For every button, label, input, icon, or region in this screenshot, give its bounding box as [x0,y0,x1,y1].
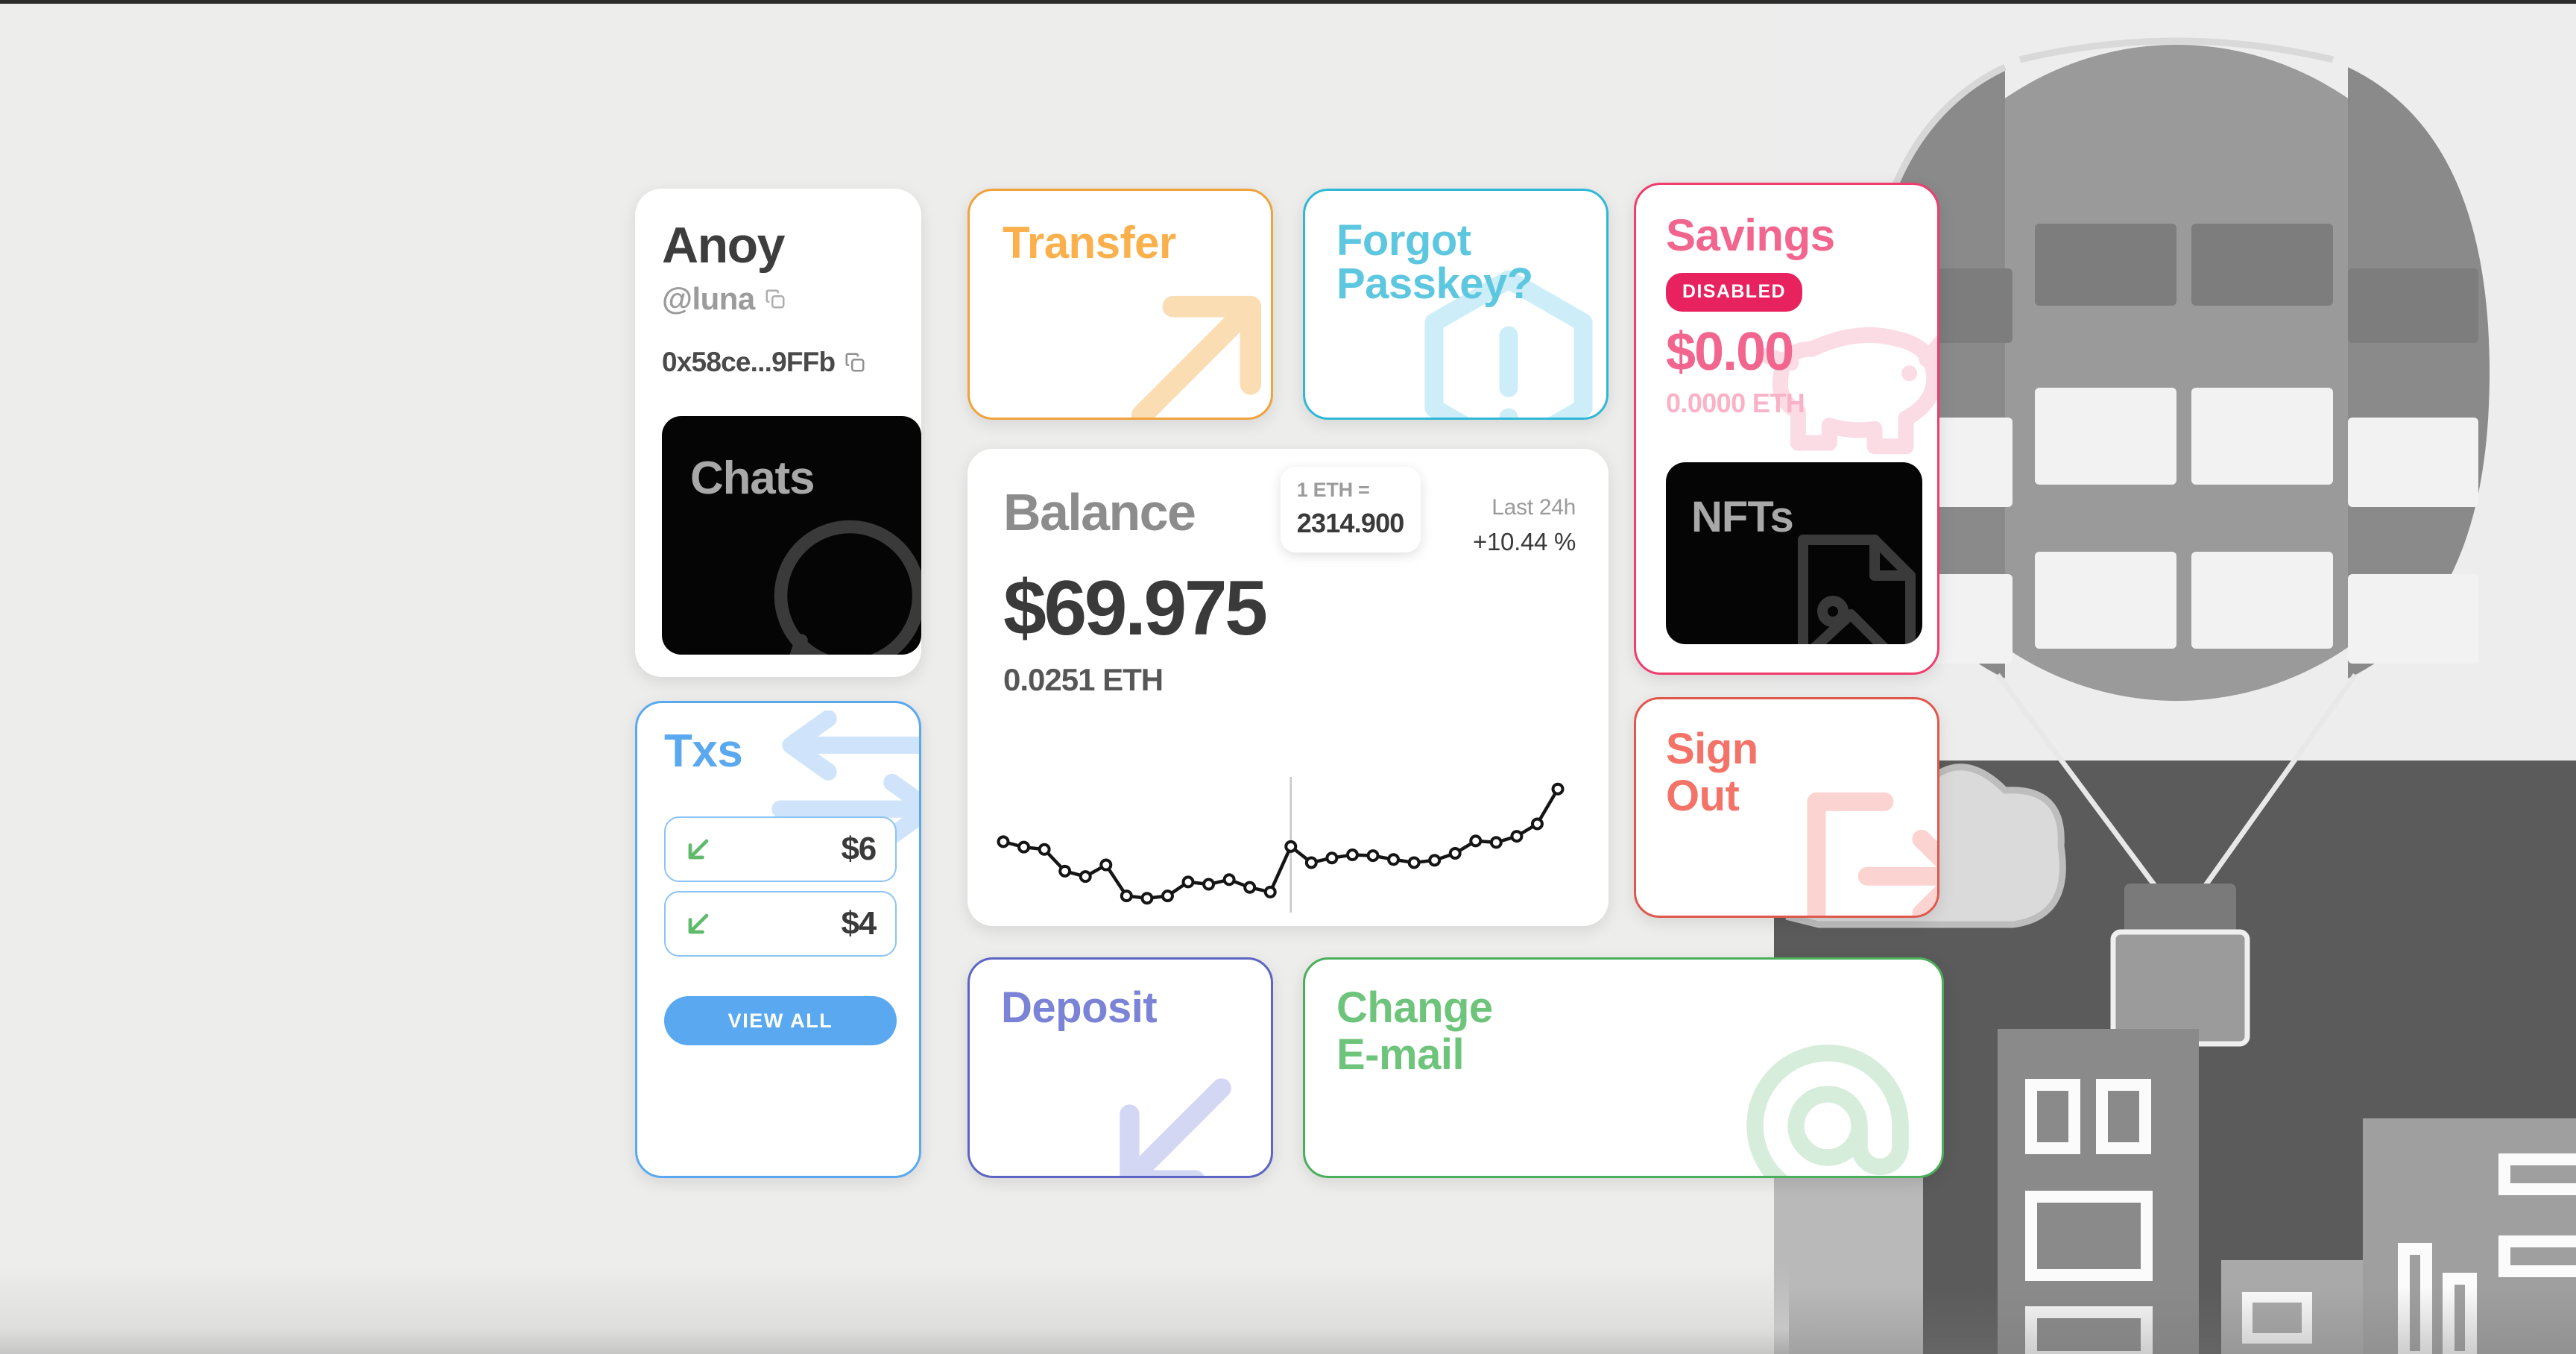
savings-title: Savings [1666,210,1835,260]
sparkline-point [997,835,1010,848]
sign-out-card[interactable]: Sign Out [1634,697,1939,918]
copy-icon[interactable] [844,351,866,374]
sparkline-point [1140,892,1154,905]
sparkline-point [1284,840,1298,853]
sparkline-point [1448,846,1462,860]
balance-sparkline-chart[interactable] [997,774,1565,916]
chat-bubble-icon [760,510,921,655]
sparkline-point [1222,873,1236,887]
view-all-button[interactable]: VIEW ALL [664,996,897,1045]
sparkline-point [1079,870,1092,884]
sparkline-point [1345,848,1359,862]
sparkline-point [1263,885,1277,898]
savings-amount-eth: 0.0000 ETH [1666,388,1805,418]
sparkline-point [1469,834,1483,848]
forgot-passkey-title: Forgot Passkey? [1336,216,1533,308]
bottom-fade-overlay [0,1265,1789,1354]
sparkline-point [1407,856,1421,869]
table-row[interactable]: $4 [664,891,897,957]
forgot-passkey-card[interactable]: Forgot Passkey? [1303,189,1609,420]
profile-handle: @luna [662,281,755,316]
balance-title: Balance [1003,483,1196,541]
sparkline-point [1099,858,1113,872]
nfts-tile[interactable]: NFTs [1666,462,1922,644]
nfts-tile-label: NFTs [1691,493,1794,541]
profile-address-row: 0x58ce...9FFb [662,347,894,378]
sparkline-point [1202,878,1216,891]
sparkline-point [1510,830,1524,843]
profile-card: Anoy @luna 0x58ce...9FFb Chats [635,189,921,677]
tx-amount: $4 [841,905,877,942]
sparkline-point [1161,889,1174,903]
profile-address: 0x58ce...9FFb [662,347,836,377]
txs-title: Txs [664,725,743,777]
tooltip-value: 2314.900 [1296,508,1405,538]
sparkline-point [1428,854,1442,867]
sparkline-point [1530,817,1544,831]
profile-name: Anoy [662,217,786,274]
arrow-down-left-icon [682,907,715,940]
sign-out-title-line2: Out [1666,771,1740,820]
sparkline-point [1325,851,1339,865]
top-edge-strip [0,0,2576,4]
change-email-title-line1: Change [1336,983,1493,1032]
sign-out-title-line1: Sign [1666,725,1758,773]
sparkline-point [1181,875,1195,889]
wallet-dashboard: Anoy @luna 0x58ce...9FFb Chats Transfer … [0,0,2576,1354]
savings-card: Savings DISABLED $0.00 0.0000 ETH NFTs [1634,183,1939,675]
status-badge: DISABLED [1666,273,1802,312]
arrow-down-left-icon [1093,1052,1257,1176]
balance-period-label: Last 24h [1491,495,1576,520]
deposit-title: Deposit [1001,983,1158,1032]
arrow-down-left-icon [682,833,715,866]
tooltip-label: 1 ETH = [1296,479,1370,501]
transfer-title: Transfer [1003,218,1176,268]
sparkline-point [1304,856,1318,869]
chats-tile[interactable]: Chats [662,416,921,655]
change-email-title-line2: E-mail [1336,1030,1465,1079]
tx-amount: $6 [841,831,877,867]
sparkline-point [1243,881,1257,894]
savings-amount: $0.00 [1666,322,1794,382]
sparkline-point [1489,836,1503,849]
deposit-card[interactable]: Deposit [967,957,1273,1178]
chats-tile-label: Chats [690,453,815,504]
sparkline-point [1120,889,1133,903]
balance-change-group: Last 24h +10.44 % [1473,486,1576,556]
balance-change-percent: +10.44 % [1473,528,1576,555]
sparkline-point [1366,849,1380,863]
copy-icon[interactable] [764,288,786,310]
balance-amount: $69.975 [1003,565,1268,652]
sparkline-point [1038,843,1051,856]
table-row[interactable]: $6 [664,816,897,882]
sparkline-tooltip: 1 ETH = 2314.900 [1280,467,1421,552]
balance-amount-eth: 0.0251 ETH [1003,662,1164,697]
image-file-icon [1782,519,1922,644]
balance-card: Balance Last 24h +10.44 % $69.975 0.0251… [967,449,1609,926]
sparkline-point [1017,840,1031,854]
sparkline-point [1058,864,1072,878]
change-email-card[interactable]: Change E-mail [1303,957,1944,1178]
arrow-up-right-icon [1099,264,1271,418]
txs-card: Txs $6 $4 VIEW ALL [635,701,921,1178]
transfer-card[interactable]: Transfer [967,189,1273,420]
profile-handle-row: @luna [662,281,894,317]
sparkline-point [1387,853,1401,866]
sparkline-point [1551,782,1565,796]
